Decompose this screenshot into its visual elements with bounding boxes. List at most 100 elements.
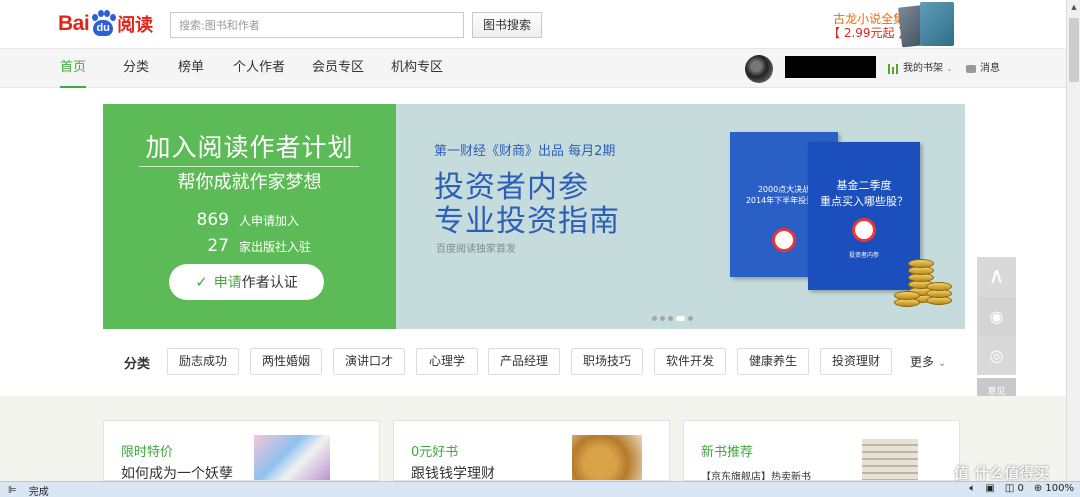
carousel-dot-3[interactable] (668, 316, 673, 321)
book-cover-image (572, 435, 642, 480)
watermark-text: 值 什么值得买 (954, 464, 1050, 482)
weibo-share-button[interactable]: ◎ (977, 336, 1016, 375)
bookshelf-label: 我的书架 (903, 62, 943, 74)
top-header: Bai du 阅读 图书搜索 古龙小说全集 【 2.99元起 】 (0, 0, 1066, 48)
nav-item-personal-authors[interactable]: 个人作者 (233, 49, 285, 88)
category-tag[interactable]: 健康养生 (737, 348, 809, 375)
mag2-title-line1: 基金二季度 (836, 179, 892, 192)
search-button[interactable]: 图书搜索 (472, 12, 542, 38)
page-status-icon: ⊫ (8, 485, 17, 496)
category-tag[interactable]: 软件开发 (654, 348, 726, 375)
mag2-seal-icon (852, 218, 876, 242)
weibo-icon: ◎ (989, 346, 1004, 365)
nav-item-vip-zone[interactable]: 会员专区 (312, 49, 364, 88)
nav-item-category[interactable]: 分类 (123, 49, 149, 88)
apply-label-part1: 申请 (213, 275, 242, 291)
shield-icon: ◫ (1004, 483, 1015, 494)
category-tag[interactable]: 两性婚姻 (250, 348, 322, 375)
carousel-dot-2[interactable] (660, 316, 665, 321)
logo-du-text: du (93, 20, 114, 36)
card-title: 0元好书 (411, 445, 459, 460)
category-tag[interactable]: 励志成功 (167, 348, 239, 375)
mag2-title-line2: 重点买入哪些股？ (820, 195, 908, 208)
card-title: 新书推荐 (701, 445, 754, 460)
card-new-books[interactable]: 新书推荐 【京东旗舰店】热卖新书 (683, 420, 960, 481)
mag1-seal-icon (772, 228, 796, 252)
my-bookshelf-link[interactable]: 我的书架 ⌄ (888, 49, 953, 88)
back-to-top-button[interactable]: ∧ (977, 257, 1016, 297)
wechat-share-button[interactable]: ◉ (977, 297, 1016, 336)
security-icon[interactable]: ▣ (985, 483, 994, 494)
card-title: 限时特价 (121, 445, 174, 460)
search-box (170, 12, 464, 38)
category-tag[interactable]: 职场技巧 (571, 348, 643, 375)
wechat-icon: ◉ (989, 307, 1004, 326)
messages-link[interactable]: 消息 (966, 49, 1000, 88)
applicants-label: 人申请加入 (239, 214, 300, 228)
redacted-username[interactable] (785, 56, 876, 78)
scroll-thumb[interactable] (1069, 18, 1079, 82)
nav-item-ranking[interactable]: 榜单 (178, 49, 204, 88)
chevron-down-icon: ⌄ (946, 63, 953, 73)
card-free-books[interactable]: 0元好书 跟钱钱学理财 (393, 420, 670, 481)
search-input[interactable] (171, 13, 463, 37)
avatar[interactable] (745, 55, 773, 83)
category-tag[interactable]: 投资理财 (820, 348, 892, 375)
promo-books-image[interactable] (896, 0, 958, 48)
author-program-subtitle: 帮你成就作家梦想 (177, 172, 322, 193)
logo-yuedu-text: 阅读 (117, 15, 154, 36)
card-book-title: 如何成为一个妖孽 (121, 466, 233, 481)
category-tag[interactable]: 心理学 (416, 348, 478, 375)
carousel-dot-5[interactable] (688, 316, 693, 321)
status-text: 完成 (28, 487, 49, 497)
book-cover-image (254, 435, 330, 480)
publishers-label: 家出版社入驻 (239, 240, 312, 254)
zoom-level: 100% (1045, 483, 1074, 494)
category-more-link[interactable]: 更多 ⌄ (910, 353, 946, 370)
carousel-dots (652, 316, 693, 321)
carousel-dot-4[interactable] (676, 316, 685, 321)
chevron-down-icon: ⌄ (937, 358, 947, 369)
card-book-title: 【京东旗舰店】热卖新书 (701, 472, 811, 481)
divider (139, 166, 359, 167)
applicants-stat: 869 人申请加入 (173, 210, 299, 230)
baidu-yuedu-logo[interactable]: Bai du 阅读 (58, 8, 153, 40)
magazine-cover-2: 基金二季度 重点买入哪些股？ 投资者内参 (808, 142, 920, 290)
scroll-up-arrow-icon[interactable]: ▲ (1067, 0, 1080, 14)
category-tag[interactable]: 演讲口才 (333, 348, 405, 375)
category-row-label: 分类 (124, 357, 151, 372)
speaker-icon[interactable]: 🔈︎ (969, 483, 975, 494)
publishers-stat: 27 家出版社入驻 (173, 236, 311, 256)
book-stack-image (862, 439, 918, 480)
checkmark-icon: ✓ (195, 273, 208, 291)
message-icon (966, 64, 976, 73)
ad-tagline: 第一财经《财商》出品 每月2期 (434, 144, 616, 159)
paw-icon: du (90, 10, 117, 38)
carousel-dot-1[interactable] (652, 316, 657, 321)
zoom-icon: ⊕ (1033, 483, 1043, 494)
card-book-title: 跟钱钱学理财 (411, 466, 495, 481)
status-counter[interactable]: ◫ 0 (1005, 483, 1024, 494)
ad-headline-2: 专业投资指南 (434, 204, 620, 239)
category-tag[interactable]: 产品经理 (488, 348, 560, 375)
investor-ad-panel[interactable]: 第一财经《财商》出品 每月2期 投资者内参 专业投资指南 百度阅读独家首发 20… (396, 104, 965, 329)
page-scrollbar[interactable]: ▲ (1066, 0, 1080, 481)
apply-label-part2: 作者认证 (241, 275, 298, 291)
applicants-count: 869 (196, 210, 229, 230)
nav-item-institution-zone[interactable]: 机构专区 (391, 49, 443, 88)
messages-label: 消息 (980, 62, 1000, 74)
apply-author-cert-button[interactable]: ✓ 申请作者认证 (169, 264, 324, 300)
author-program-panel: 加入阅读作者计划 帮你成就作家梦想 869 人申请加入 27 家出版社入驻 ✓ … (103, 104, 396, 329)
browser-status-bar: ⊫ 完成 🔈︎ ▣ ◫ 0 ⊕ 100% (0, 481, 1080, 497)
main-nav: 首页 分类 榜单 个人作者 会员专区 机构专区 我的书架 ⌄ 消息 (0, 48, 1066, 88)
nav-item-home[interactable]: 首页 (60, 49, 87, 88)
author-program-title: 加入阅读作者计划 (145, 133, 354, 162)
status-count: 0 (1017, 483, 1024, 494)
logo-bai-text: Bai (58, 12, 90, 35)
bookshelf-icon (888, 63, 900, 74)
card-limited-sale[interactable]: 限时特价 如何成为一个妖孽 (103, 420, 380, 481)
chevron-up-icon: ∧ (988, 264, 1005, 289)
mag2-name: 投资者内参 (848, 252, 879, 259)
zoom-control[interactable]: ⊕ 100% (1034, 483, 1074, 494)
more-label: 更多 (910, 355, 935, 369)
